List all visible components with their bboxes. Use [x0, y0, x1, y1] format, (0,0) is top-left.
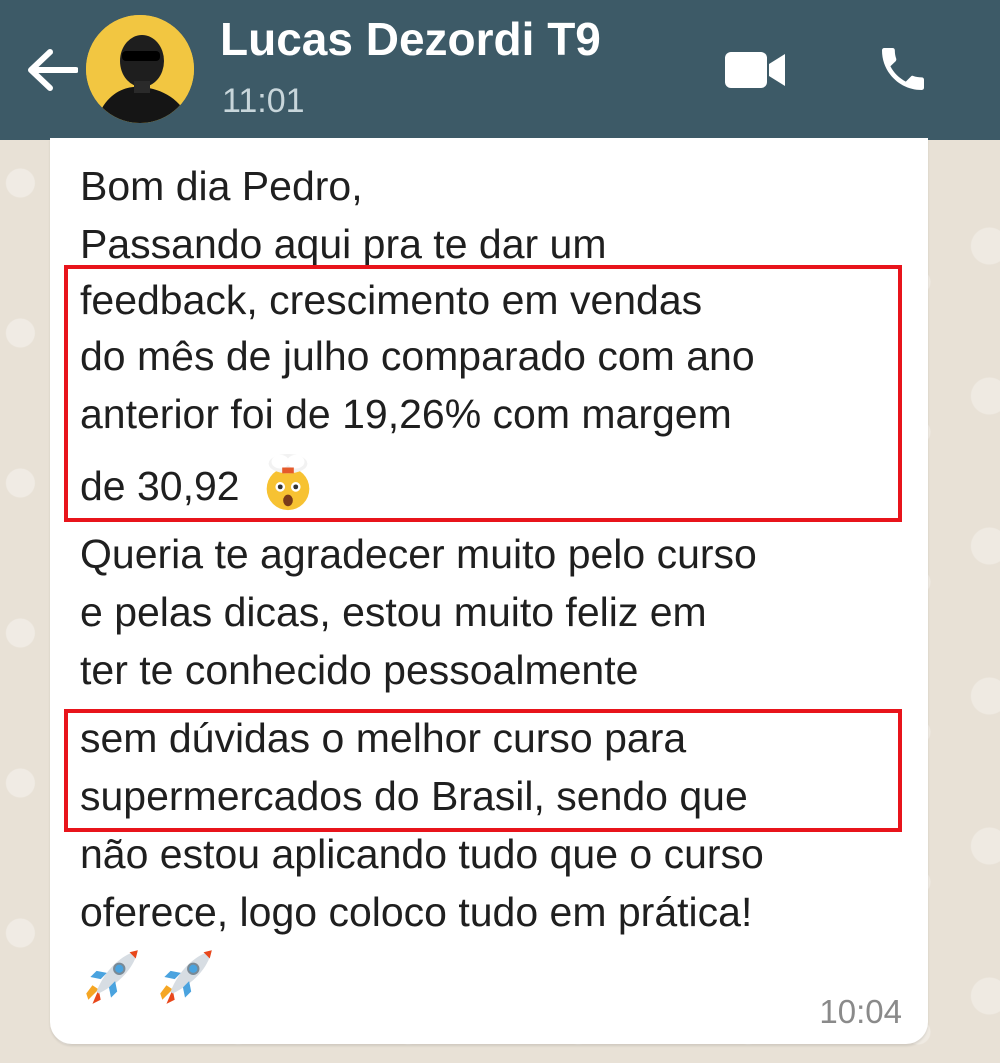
message-line: não estou aplicando tudo que o curso [80, 831, 764, 877]
message-line: ter te conhecido pessoalmente [80, 647, 639, 693]
message-line: Passando aqui pra te dar um [80, 221, 607, 267]
back-button[interactable] [22, 40, 82, 100]
message-line: Queria te agradecer muito pelo curso [80, 531, 757, 577]
arrow-left-icon [28, 49, 78, 91]
contact-avatar[interactable] [86, 15, 194, 123]
message-timestamp: 10:04 [819, 993, 902, 1030]
message-line: Bom dia Pedro, [80, 163, 363, 209]
message-line: e pelas dicas, estou muito feliz em [80, 589, 707, 635]
rocket-emoji-icon [86, 950, 138, 1004]
last-seen-time: 11:01 [222, 82, 305, 120]
message-line: oferece, logo coloco tudo em prática! [80, 889, 753, 935]
chat-header: Lucas Dezordi T9 11:01 [0, 0, 1000, 140]
voice-call-button[interactable] [870, 36, 936, 102]
avatar-image [86, 15, 194, 123]
phone-icon [882, 48, 924, 90]
video-call-button[interactable] [722, 42, 788, 98]
highlight-box-growth [64, 265, 902, 522]
rocket-emoji-icon [160, 950, 212, 1004]
highlight-box-best-course [64, 709, 902, 832]
video-camera-icon [725, 52, 785, 88]
contact-name[interactable]: Lucas Dezordi T9 [220, 12, 601, 66]
rocket-emojis [78, 944, 218, 1010]
